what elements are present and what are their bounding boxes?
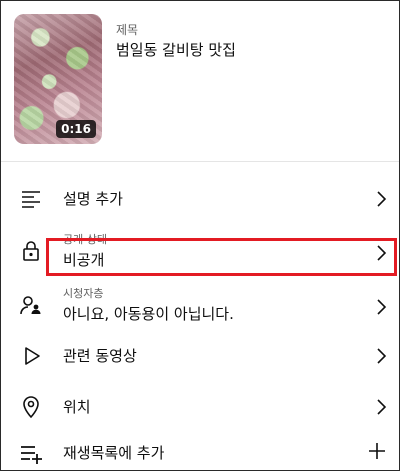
visibility-value: 비공개 (63, 251, 105, 269)
location-icon (19, 395, 43, 419)
row-label: 관련 동영상 (63, 347, 137, 365)
chevron-right-icon (375, 398, 387, 416)
row-label: 재생목록에 추가 (63, 444, 165, 462)
playlist-add-icon (19, 441, 43, 465)
row-label: 위치 (63, 398, 91, 416)
row-location[interactable]: 위치 (1, 381, 399, 433)
divider (1, 161, 399, 162)
plus-icon (367, 441, 387, 461)
video-header: 0:16 제목 범일동 갈비탕 맛집 (1, 1, 399, 161)
chevron-right-icon (375, 190, 387, 208)
row-audience[interactable]: 시청자층 아니요, 아동용이 아닙니다. (1, 281, 399, 333)
row-add-description[interactable]: 설명 추가 (1, 173, 399, 225)
title-label: 제목 (116, 23, 139, 37)
description-icon (19, 187, 43, 211)
row-add-to-playlist[interactable]: 재생목록에 추가 (1, 429, 399, 471)
chevron-right-icon (375, 298, 387, 316)
audience-value: 아니요, 아동용이 아닙니다. (63, 305, 234, 323)
video-thumbnail[interactable]: 0:16 (14, 14, 102, 144)
lock-icon (19, 239, 43, 263)
title-value[interactable]: 범일동 갈비탕 맛집 (116, 39, 236, 60)
chevron-right-icon (375, 244, 387, 262)
play-icon (19, 344, 43, 368)
audience-label: 시청자층 (63, 287, 104, 300)
audience-icon (19, 293, 43, 317)
row-label: 설명 추가 (63, 190, 123, 208)
video-duration: 0:16 (56, 120, 96, 138)
details-panel: 0:16 제목 범일동 갈비탕 맛집 설명 추가 공개 상태 비공개 시청자층 … (0, 0, 400, 471)
row-visibility[interactable]: 공개 상태 비공개 (1, 227, 399, 279)
visibility-label: 공개 상태 (63, 233, 107, 246)
row-related-video[interactable]: 관련 동영상 (1, 330, 399, 382)
chevron-right-icon (375, 347, 387, 365)
